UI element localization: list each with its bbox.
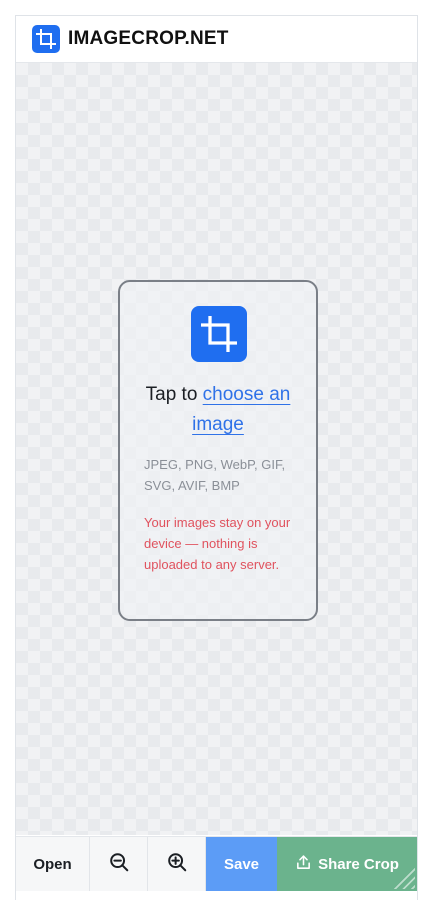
image-canvas[interactable]: Tap to choose an image JPEG, PNG, WebP, …: [16, 63, 417, 835]
share-icon: [295, 854, 312, 875]
supported-formats: JPEG, PNG, WebP, GIF, SVG, AVIF, BMP: [144, 457, 286, 493]
share-crop-label: Share Crop: [318, 855, 399, 873]
privacy-note: Your images stay on your device — nothin…: [144, 515, 291, 572]
crop-icon: [191, 306, 247, 362]
header: IMAGECROP.NET: [16, 16, 417, 63]
upload-prompt-prefix: Tap to: [145, 384, 203, 405]
zoom-in-icon: [166, 851, 188, 877]
choose-image-link[interactable]: choose an image: [192, 384, 290, 435]
share-crop-button[interactable]: Share Crop: [277, 837, 417, 891]
image-dropzone[interactable]: Tap to choose an image JPEG, PNG, WebP, …: [118, 280, 318, 621]
save-button[interactable]: Save: [206, 837, 277, 891]
zoom-out-button[interactable]: [90, 837, 148, 891]
brand-title: IMAGECROP.NET: [68, 28, 229, 49]
zoom-out-icon: [108, 851, 130, 877]
upload-prompt: Tap to choose an image: [130, 380, 306, 440]
app-window: IMAGECROP.NET Tap to choose an image JPE…: [15, 15, 418, 900]
zoom-in-button[interactable]: [148, 837, 206, 891]
bottom-toolbar: Open Save Share Crop: [16, 836, 417, 891]
crop-icon: [32, 25, 60, 53]
open-button[interactable]: Open: [16, 837, 90, 891]
